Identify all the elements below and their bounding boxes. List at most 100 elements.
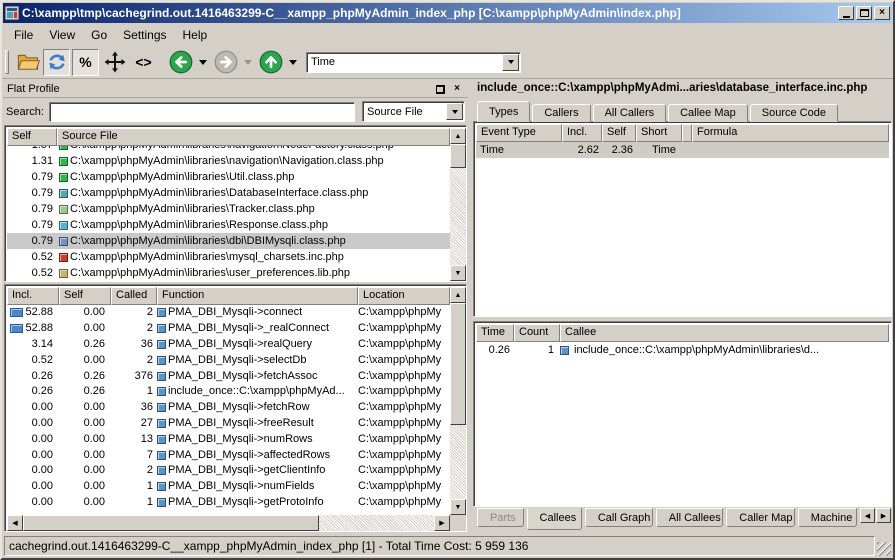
- group-by-select[interactable]: Source File: [362, 101, 465, 122]
- bottom-tab[interactable]: Callees: [527, 508, 582, 530]
- event-type-select[interactable]: Time: [306, 52, 521, 73]
- up-button[interactable]: [257, 49, 284, 76]
- back-button[interactable]: [167, 49, 194, 76]
- column-header-callee[interactable]: Callee: [560, 324, 889, 342]
- file-row[interactable]: 1.57 C:\xampp\phpMyAdmin\libraries\navig…: [7, 146, 450, 153]
- column-header-location[interactable]: Location: [358, 287, 450, 305]
- file-row[interactable]: 1.31 C:\xampp\phpMyAdmin\libraries\navig…: [7, 153, 450, 169]
- function-row[interactable]: 0.00 0.00 36 PMA_DBI_Mysqli->fetchRow C:…: [7, 400, 450, 416]
- bottom-tab[interactable]: Machine: [798, 508, 857, 527]
- expand-all-button[interactable]: [101, 49, 128, 76]
- callee-row[interactable]: 0.26 1 include_once::C:\xampp\phpMyAdmin…: [476, 342, 889, 358]
- file-color-icon: [59, 253, 68, 262]
- menu-item[interactable]: File: [6, 26, 41, 44]
- bottom-tab[interactable]: Call Graph: [585, 508, 653, 527]
- column-header-self[interactable]: Self: [7, 128, 57, 146]
- resize-grip[interactable]: [877, 542, 891, 556]
- maximize-button[interactable]: [856, 6, 872, 20]
- group-by-dropdown-button[interactable]: [446, 103, 463, 120]
- call-depth-button[interactable]: <>: [130, 49, 157, 76]
- detail-tab[interactable]: All Callers: [593, 104, 667, 122]
- function-row[interactable]: 0.26 0.26 376 PMA_DBI_Mysqli->fetchAssoc…: [7, 368, 450, 384]
- file-list-vscrollbar[interactable]: ▲ ▼: [450, 128, 466, 281]
- column-header-formula[interactable]: Formula: [692, 124, 889, 142]
- menu-item[interactable]: Go: [83, 26, 115, 44]
- menubar: FileViewGoSettingsHelp: [2, 24, 893, 46]
- function-row[interactable]: 0.26 0.26 1 include_once::C:\xampp\phpMy…: [7, 384, 450, 400]
- column-header-incl[interactable]: Incl.: [562, 124, 602, 142]
- percent-icon: %: [79, 54, 91, 70]
- column-header-time[interactable]: Time: [476, 324, 514, 342]
- detail-tab[interactable]: Callee Map: [668, 104, 748, 122]
- function-row[interactable]: 0.00 0.00 2 PMA_DBI_Mysqli->getClientInf…: [7, 463, 450, 479]
- bottom-tab[interactable]: Caller Map: [726, 508, 794, 527]
- column-header-called[interactable]: Called: [111, 287, 157, 305]
- scrollbar-thumb[interactable]: [450, 144, 466, 168]
- file-row[interactable]: 0.79 C:\xampp\phpMyAdmin\libraries\Track…: [7, 201, 450, 217]
- detail-tabbar: TypesCallersAll CallersCallee MapSource …: [473, 98, 892, 121]
- scrollbar-thumb[interactable]: [23, 515, 319, 531]
- back-dropdown-arrow[interactable]: [199, 60, 207, 65]
- function-row[interactable]: 0.00 0.00 7 PMA_DBI_Mysqli->affectedRows…: [7, 447, 450, 463]
- scroll-down-button[interactable]: ▼: [450, 265, 466, 281]
- tab-scroll-left-button[interactable]: ◀: [860, 508, 875, 523]
- relative-percent-button[interactable]: %: [72, 49, 99, 76]
- function-row[interactable]: 0.00 0.00 1 PMA_DBI_Mysqli->getProtoInfo…: [7, 495, 450, 511]
- detail-tab[interactable]: Types: [477, 101, 530, 122]
- scroll-up-button[interactable]: ▲: [450, 128, 466, 144]
- reload-button[interactable]: [43, 49, 70, 76]
- scrollbar-thumb[interactable]: [450, 303, 466, 425]
- column-header-incl[interactable]: Incl.: [7, 287, 59, 305]
- function-row[interactable]: 0.00 0.00 13 PMA_DBI_Mysqli->numRows C:\…: [7, 431, 450, 447]
- column-header-source-file[interactable]: Source File: [57, 128, 450, 146]
- event-type-dropdown-button[interactable]: [502, 54, 519, 71]
- forward-dropdown-arrow[interactable]: [244, 60, 252, 65]
- function-icon: [560, 346, 569, 355]
- scroll-down-button[interactable]: ▼: [450, 499, 466, 515]
- dock-float-button[interactable]: [433, 82, 447, 95]
- dock-close-button[interactable]: ×: [450, 82, 464, 95]
- titlebar[interactable]: C:\xampp\tmp\cachegrind.out.1416463299-C…: [3, 3, 892, 23]
- column-header-short[interactable]: Short: [636, 124, 682, 142]
- function-row[interactable]: 0.52 0.00 2 PMA_DBI_Mysqli->selectDb C:\…: [7, 352, 450, 368]
- menu-item[interactable]: Settings: [115, 26, 174, 44]
- menu-item[interactable]: Help: [175, 26, 216, 44]
- column-header-function[interactable]: Function: [157, 287, 358, 305]
- search-input[interactable]: [49, 102, 355, 122]
- column-header-event-type[interactable]: Event Type: [476, 124, 562, 142]
- minimize-button[interactable]: [838, 6, 854, 20]
- scroll-right-button[interactable]: ▶: [434, 515, 450, 531]
- file-row[interactable]: 0.79 C:\xampp\phpMyAdmin\libraries\Respo…: [7, 217, 450, 233]
- bottom-tab[interactable]: All Callees: [656, 508, 724, 527]
- file-row[interactable]: 0.79 C:\xampp\phpMyAdmin\libraries\dbi\D…: [7, 233, 450, 249]
- forward-button[interactable]: [212, 49, 239, 76]
- up-dropdown-arrow[interactable]: [289, 60, 297, 65]
- file-row[interactable]: 0.52 C:\xampp\phpMyAdmin\libraries\user_…: [7, 265, 450, 281]
- function-row[interactable]: 3.14 0.26 36 PMA_DBI_Mysqli->realQuery C…: [7, 337, 450, 353]
- function-row[interactable]: 52.88 0.00 2 PMA_DBI_Mysqli->_realConnec…: [7, 321, 450, 337]
- detail-tab[interactable]: Source Code: [750, 104, 838, 122]
- detail-tab[interactable]: Callers: [532, 104, 590, 122]
- scroll-left-button[interactable]: ◀: [7, 515, 23, 531]
- bottom-tab[interactable]: Parts: [477, 508, 524, 527]
- open-file-button[interactable]: [14, 49, 41, 76]
- close-button[interactable]: ×: [874, 6, 890, 20]
- column-header-self[interactable]: Self: [59, 287, 111, 305]
- column-header-self[interactable]: Self: [602, 124, 636, 142]
- open-folder-icon: [16, 50, 40, 74]
- function-row[interactable]: 52.88 0.00 2 PMA_DBI_Mysqli->connect C:\…: [7, 305, 450, 321]
- scroll-up-button[interactable]: ▲: [450, 287, 466, 303]
- menu-item[interactable]: View: [41, 26, 83, 44]
- file-row[interactable]: 0.52 C:\xampp\phpMyAdmin\libraries\mysql…: [7, 249, 450, 265]
- function-row[interactable]: 0.00 0.00 27 PMA_DBI_Mysqli->freeResult …: [7, 416, 450, 432]
- function-list-hscrollbar[interactable]: ◀ ▶: [7, 515, 450, 531]
- toolbar-handle[interactable]: [5, 50, 9, 74]
- event-types-view: Event Type Incl. Self Short Formula Time…: [473, 121, 892, 317]
- file-row[interactable]: 0.79 C:\xampp\phpMyAdmin\libraries\Datab…: [7, 185, 450, 201]
- file-row[interactable]: 0.79 C:\xampp\phpMyAdmin\libraries\Util.…: [7, 169, 450, 185]
- function-row[interactable]: 0.00 0.00 1 PMA_DBI_Mysqli->numFields C:…: [7, 479, 450, 495]
- function-list-vscrollbar[interactable]: ▲ ▼: [450, 287, 466, 531]
- event-type-row[interactable]: Time 2.62 2.36 Time: [476, 142, 889, 158]
- column-header-count[interactable]: Count: [514, 324, 560, 342]
- tab-scroll-right-button[interactable]: ▶: [876, 508, 891, 523]
